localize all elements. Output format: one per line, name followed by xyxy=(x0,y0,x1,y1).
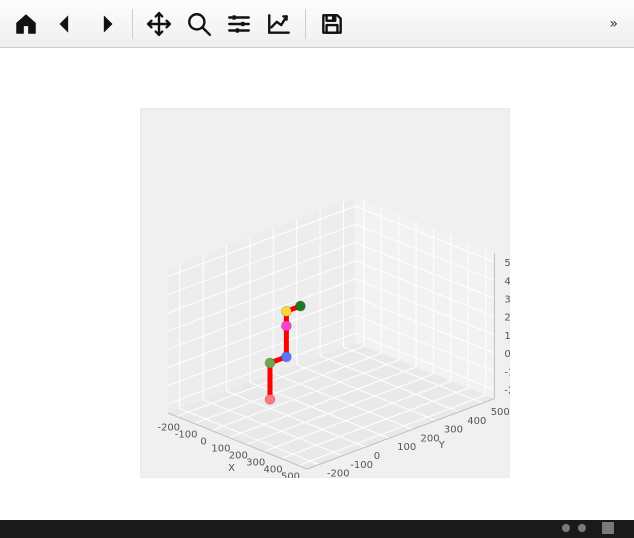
back-button[interactable] xyxy=(46,4,86,44)
toolbar-overflow[interactable]: » xyxy=(603,12,624,36)
svg-text:0: 0 xyxy=(374,451,380,462)
save-button[interactable] xyxy=(312,4,352,44)
svg-text:-200: -200 xyxy=(504,386,510,397)
svg-text:200: 200 xyxy=(229,451,248,462)
axes-button[interactable] xyxy=(259,4,299,44)
svg-text:500: 500 xyxy=(281,472,300,479)
joint-marker xyxy=(281,306,291,316)
zoom-icon xyxy=(186,11,212,37)
svg-text:X: X xyxy=(228,463,235,474)
back-icon xyxy=(53,11,79,37)
joint-marker xyxy=(281,321,291,331)
svg-text:Y: Y xyxy=(438,440,446,451)
figure-canvas[interactable]: -200-1000100200300400500-200-10001002003… xyxy=(0,48,634,538)
svg-text:200: 200 xyxy=(504,313,510,324)
move-icon xyxy=(146,11,172,37)
joint-marker xyxy=(265,394,275,404)
svg-text:300: 300 xyxy=(444,425,463,436)
svg-text:100: 100 xyxy=(504,331,510,342)
toolbar-separator xyxy=(132,9,133,39)
svg-text:300: 300 xyxy=(246,458,265,469)
svg-text:400: 400 xyxy=(504,276,510,287)
svg-text:200: 200 xyxy=(421,433,440,444)
svg-text:500: 500 xyxy=(504,258,510,269)
svg-text:-100: -100 xyxy=(175,430,198,441)
svg-text:-100: -100 xyxy=(504,367,510,378)
axes-edit-icon xyxy=(266,11,292,37)
svg-text:500: 500 xyxy=(491,407,510,418)
svg-text:-100: -100 xyxy=(350,460,373,471)
svg-text:0: 0 xyxy=(200,437,206,448)
forward-button[interactable] xyxy=(86,4,126,44)
svg-text:0: 0 xyxy=(504,349,510,360)
joint-marker xyxy=(281,352,291,362)
home-button[interactable] xyxy=(6,4,46,44)
svg-text:-200: -200 xyxy=(327,469,350,478)
home-icon xyxy=(13,11,39,37)
save-icon xyxy=(319,11,345,37)
forward-icon xyxy=(93,11,119,37)
window-footer xyxy=(0,520,634,538)
pan-button[interactable] xyxy=(139,4,179,44)
svg-text:300: 300 xyxy=(504,295,510,306)
svg-text:400: 400 xyxy=(467,416,486,427)
axes3d-svg: -200-1000100200300400500-200-10001002003… xyxy=(140,108,510,478)
svg-text:100: 100 xyxy=(397,442,416,453)
axes3d[interactable]: -200-1000100200300400500-200-10001002003… xyxy=(140,108,510,478)
zoom-button[interactable] xyxy=(179,4,219,44)
sliders-icon xyxy=(226,11,252,37)
svg-text:400: 400 xyxy=(264,465,283,476)
subplots-button[interactable] xyxy=(219,4,259,44)
joint-marker xyxy=(265,358,275,368)
joint-marker xyxy=(295,301,305,311)
matplotlib-toolbar: » xyxy=(0,0,634,48)
toolbar-separator xyxy=(305,9,306,39)
svg-text:100: 100 xyxy=(211,444,230,455)
